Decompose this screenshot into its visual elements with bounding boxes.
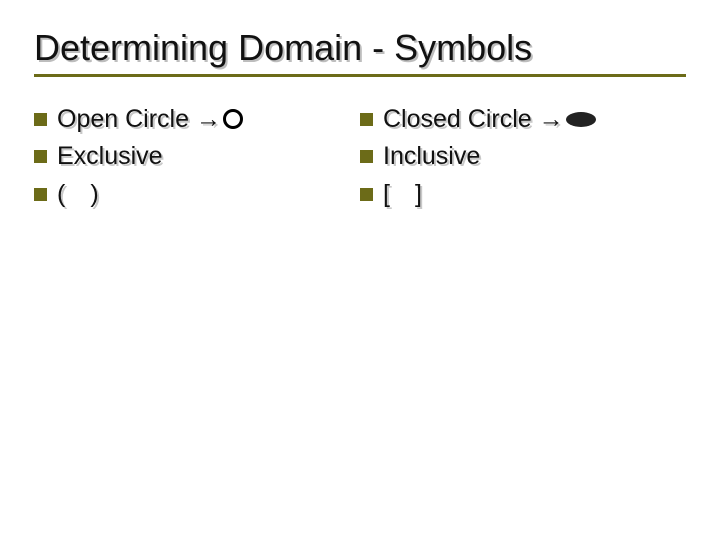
open-circle-icon [223,109,243,129]
bullet-icon [360,188,373,201]
closed-circle-icon [566,112,596,127]
item-text: [ ] [383,176,422,214]
list-item: [ ] [360,176,686,214]
item-text: Exclusive [57,138,163,176]
list-item: Inclusive [360,138,686,176]
bullet-icon [34,150,47,163]
content-columns: Open Circle → Exclusive ( ) Closed Circl… [34,101,686,214]
item-text: ( ) [57,176,99,214]
title-underline [34,74,686,77]
list-item: Exclusive [34,138,360,176]
list-item: Closed Circle → [360,101,686,139]
list-item: Open Circle → [34,101,360,139]
slide-title: Determining Domain - Symbols [34,28,686,68]
right-column: Closed Circle → Inclusive [ ] [360,101,686,214]
item-text: Inclusive [383,138,480,176]
bullet-icon [34,188,47,201]
slide: Determining Domain - Symbols Open Circle… [0,0,720,540]
left-column: Open Circle → Exclusive ( ) [34,101,360,214]
list-item: ( ) [34,176,360,214]
bullet-icon [34,113,47,126]
bullet-icon [360,150,373,163]
bullet-icon [360,113,373,126]
item-text: Open Circle → [57,101,221,139]
item-text: Closed Circle → [383,101,564,139]
